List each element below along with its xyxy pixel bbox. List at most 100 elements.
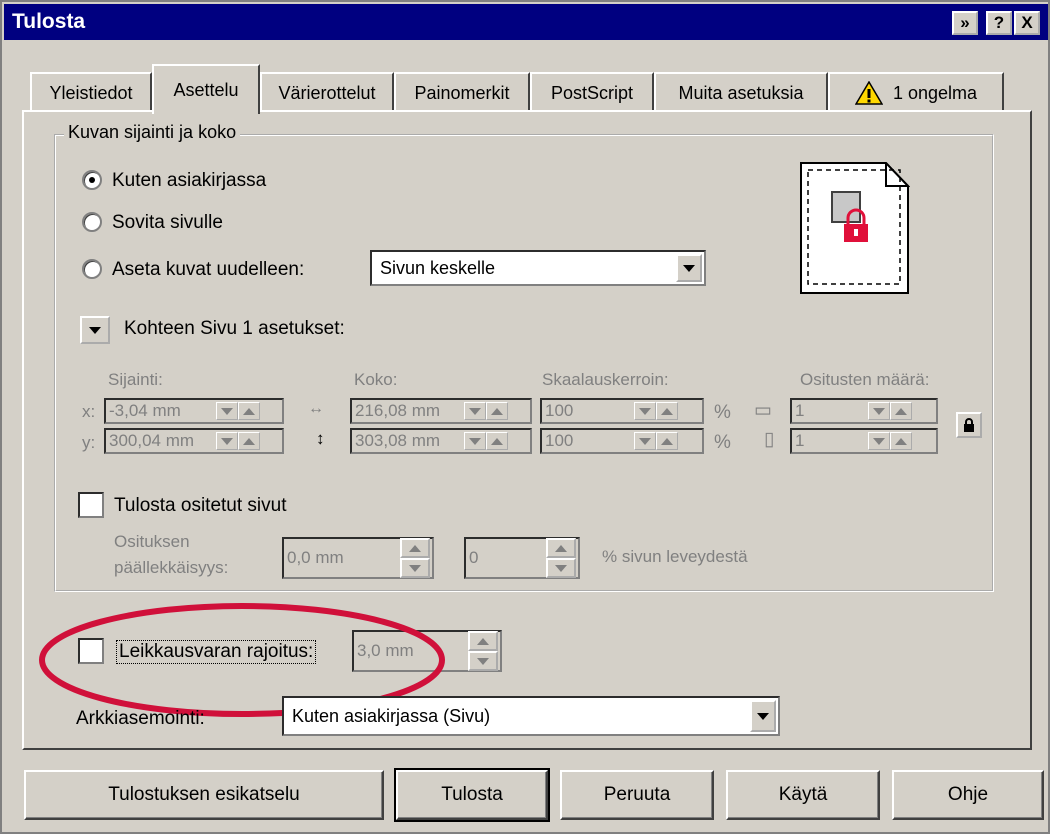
height-field[interactable]: 303,08 mm [350,428,532,454]
tab-label: Muita asetuksia [678,82,804,103]
field-value: 0 [469,548,479,567]
vertical-tiles-icon: ▯ [764,429,775,450]
button-label: Käytä [778,784,828,805]
bleed-limit-spinner[interactable] [468,631,498,671]
select-value: Sivun keskelle [380,257,496,278]
help-button[interactable]: Ohje [892,770,1044,820]
tiles-header: Ositusten määrä: [800,370,930,389]
overlap-label: Osituksen [114,532,190,551]
warning-icon [854,81,883,105]
overlap-label-2: päällekkäisyys: [114,558,229,577]
lock-button[interactable] [956,412,982,438]
title-bar: Tulosta » ? X [4,4,1048,40]
radio-as-document[interactable] [82,170,102,190]
tab-label: Värierottelut [278,82,376,103]
tiles-x-field[interactable]: 1 [790,398,938,424]
field-value: 1 [795,401,805,420]
tab-asettelu[interactable]: Asettelu [152,64,260,114]
scale-header: Skaalauskerroin: [542,370,669,389]
radio-label: Kuten asiakirjassa [112,170,267,191]
button-label: Tulosta [441,784,503,805]
tab-painomerkit[interactable]: Painomerkit [394,72,530,112]
tile-pages-label: Tulosta ositetut sivut [114,495,287,516]
cancel-button[interactable]: Peruuta [560,770,714,820]
tiles-x-spinner[interactable] [868,402,912,422]
chevron-down-icon[interactable] [750,700,776,732]
field-value: 0,0 mm [287,548,344,567]
tab-varierottelut[interactable]: Värierottelut [260,72,394,112]
percent-label: % [714,402,731,423]
radio-label: Aseta kuvat uudelleen: [112,259,305,280]
field-value: 1 [795,431,805,450]
chevron-down-icon [89,326,101,334]
position-header: Sijainti: [108,370,163,389]
width-arrow-icon: ↔ [308,400,324,417]
horizontal-tiles-icon: ▭ [754,400,772,421]
settings-label: Kohteen Sivu 1 asetukset: [124,318,345,339]
scale-y-spinner[interactable] [634,432,678,452]
scale-x-spinner[interactable] [634,402,678,422]
help-icon: ? [993,13,1005,32]
field-value: 303,08 mm [355,431,441,450]
button-label: Ohje [947,784,989,805]
percent-label: % [714,432,731,453]
apply-button[interactable]: Käytä [726,770,880,820]
radio-reposition[interactable] [82,259,102,279]
width-spinner[interactable] [464,402,508,422]
scale-y-field[interactable]: 100 [540,428,704,454]
y-position-spinner[interactable] [216,432,260,452]
height-arrow-icon: ↕ [316,429,325,448]
sheet-position-select[interactable]: Kuten asiakirjassa (Sivu) [282,696,780,736]
tab-label: 1 ongelma [892,82,978,103]
tab-label: PostScript [550,82,634,103]
radio-fit-to-page[interactable] [82,212,102,232]
print-button[interactable]: Tulosta [394,768,550,822]
height-spinner[interactable] [464,432,508,452]
overlap-percent-spinner[interactable] [546,538,576,578]
percent-of-width-label: % sivun leveydestä [602,547,748,566]
sheet-position-label: Arkkiasemointi: [76,708,205,729]
button-label: Peruuta [603,784,671,805]
button-label: Tulostuksen esikatselu [108,784,300,805]
page-preview-icon [800,162,910,294]
field-value: 216,08 mm [355,401,441,420]
scale-x-field[interactable]: 100 [540,398,704,424]
tab-muita-asetuksia[interactable]: Muita asetuksia [654,72,828,112]
x-position-spinner[interactable] [216,402,260,422]
tiles-y-spinner[interactable] [868,432,912,452]
reposition-select[interactable]: Sivun keskelle [370,250,706,286]
options-button[interactable]: » [952,11,978,35]
field-value: 100 [545,431,574,450]
print-preview-button[interactable]: Tulostuksen esikatselu [24,770,384,820]
options-icon: » [960,13,970,32]
field-value: -3,04 mm [109,401,181,420]
close-button[interactable]: X [1014,11,1040,35]
x-position-field[interactable]: -3,04 mm [104,398,284,424]
select-value: Kuten asiakirjassa (Sivu) [292,705,491,726]
tab-label: Painomerkit [414,82,510,103]
tile-pages-checkbox[interactable] [78,492,104,518]
field-value: 300,04 mm [109,431,195,450]
help-title-button[interactable]: ? [986,11,1012,35]
tab-yleistiedot[interactable]: Yleistiedot [30,72,152,112]
x-label: x: [82,402,96,421]
tiles-y-field[interactable]: 1 [790,428,938,454]
settings-expand-button[interactable] [80,316,110,344]
tab-postscript[interactable]: PostScript [530,72,654,112]
group-title: Kuvan sijainti ja koko [64,122,241,143]
tab-ongelma[interactable]: 1 ongelma [828,72,1004,112]
lock-icon [964,418,974,432]
overlap-spinner[interactable] [400,538,430,578]
y-label: y: [82,433,96,452]
field-value: 100 [545,401,574,420]
close-icon: X [1021,13,1033,32]
tab-label: Asettelu [173,79,239,100]
window-title: Tulosta [12,10,86,33]
print-dialog: Tulosta » ? X Yleistiedot Asettelu Värie… [0,0,1050,834]
width-field[interactable]: 216,08 mm [350,398,532,424]
chevron-down-icon[interactable] [676,254,702,282]
size-header: Koko: [354,370,398,389]
tab-label: Yleistiedot [49,82,133,103]
radio-label: Sovita sivulle [112,212,223,233]
y-position-field[interactable]: 300,04 mm [104,428,284,454]
